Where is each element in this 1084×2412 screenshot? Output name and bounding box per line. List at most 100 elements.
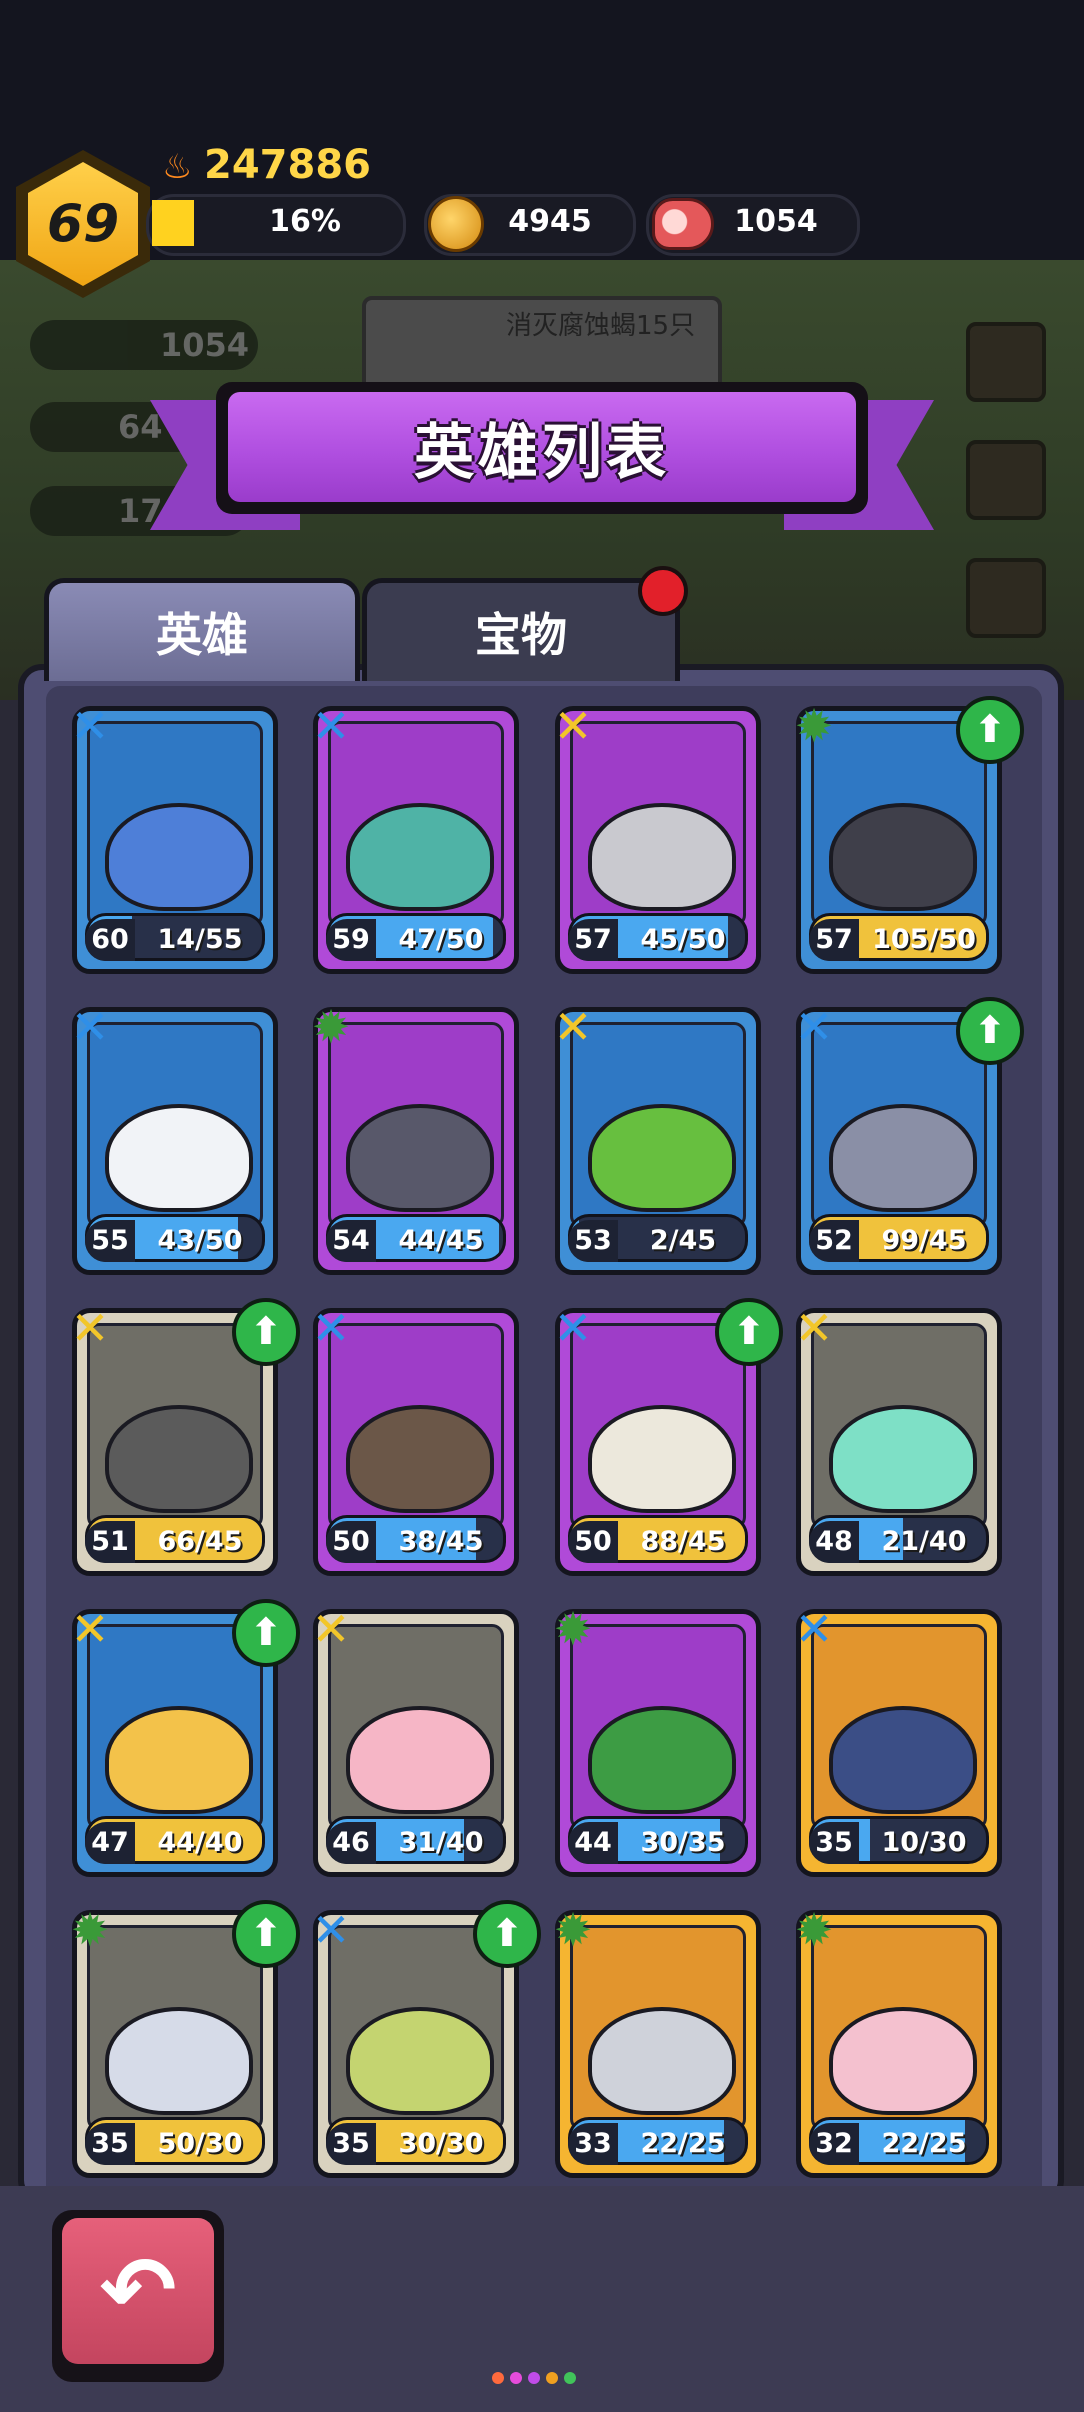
hero-shard-count: 66/45 [157,1526,243,1557]
rarity-blue-icon: ✕ [311,699,351,753]
tab-treasures[interactable]: 宝物 [362,578,680,681]
hero-portrait [588,2007,736,2115]
hero-portrait [588,1104,736,1212]
hero-shard-count: 22/25 [640,2128,726,2159]
combat-power: 247886 [204,142,371,188]
page-dot [546,2372,558,2384]
scene-meat-resource: 1054 [30,320,258,370]
tab-heroes-label: 英雄 [156,608,248,662]
hero-shard-count: 22/25 [881,2128,967,2159]
rarity-blue-icon: ✕ [794,1602,834,1656]
hero-level: 57 [568,919,618,961]
hero-portrait [829,803,977,911]
hero-level: 52 [809,1220,859,1262]
upgrade-arrow-icon[interactable]: ⬆ [232,1900,300,1968]
upgrade-arrow-icon[interactable]: ⬆ [956,997,1024,1065]
hero-level: 53 [568,1220,618,1262]
hero-level: 48 [809,1521,859,1563]
back-arrow-icon: ↶ [99,2237,177,2344]
upgrade-arrow-icon[interactable]: ⬆ [715,1298,783,1366]
hero-level: 54 [326,1220,376,1262]
flame-icon: ♨ [162,147,193,187]
hero-level: 50 [326,1521,376,1563]
hero-shard-count: 14/55 [157,924,243,955]
rarity-blue-icon: ✕ [70,1000,110,1054]
hero-shard-count: 30/35 [640,1827,726,1858]
hero-portrait [829,1405,977,1513]
hero-shard-count: 43/50 [157,1225,243,1256]
upgrade-arrow-icon[interactable]: ⬆ [232,1599,300,1667]
rarity-blue-icon: ✕ [70,699,110,753]
rarity-gold-icon: ✕ [794,1301,834,1355]
hero-shard-count: 88/45 [640,1526,726,1557]
hero-portrait [829,1706,977,1814]
hero-portrait [346,2007,494,2115]
popup-title: 英雄列表 [414,417,670,488]
upgrade-arrow-icon[interactable]: ⬆ [232,1298,300,1366]
page-indicator [492,2372,576,2384]
hero-shard-count: 50/30 [157,2128,243,2159]
hero-level: 47 [85,1822,135,1864]
hero-portrait [829,2007,977,2115]
back-button[interactable]: ↶ [62,2218,214,2364]
scene-wood-count: 64 [118,408,163,446]
hero-shard-count: 10/30 [881,1827,967,1858]
hero-level: 51 [85,1521,135,1563]
hero-shard-count: 44/45 [398,1225,484,1256]
hero-portrait [105,2007,253,2115]
title-ribbon: 英雄列表 [228,392,856,502]
hero-shard-count: 38/45 [398,1526,484,1557]
hero-level: 33 [568,2123,618,2165]
hero-portrait [105,803,253,911]
hero-portrait [588,1405,736,1513]
hero-portrait [346,1706,494,1814]
player-level: 69 [46,194,120,254]
notification-dot [638,566,688,616]
meat-amount: 1054 [734,204,818,239]
hero-level: 57 [809,919,859,961]
hero-portrait [346,803,494,911]
scene-map-icon [966,440,1046,520]
rarity-blue-icon: ✕ [553,1301,593,1355]
rarity-green-icon: ✹ [70,1903,110,1957]
rarity-green-icon: ✹ [311,1000,351,1054]
hero-shard-count: 30/30 [398,2128,484,2159]
hero-portrait [105,1706,253,1814]
hero-portrait [588,803,736,911]
rarity-blue-icon: ✕ [311,1903,351,1957]
hero-level: 46 [326,1822,376,1864]
rarity-blue-icon: ✕ [794,1000,834,1054]
hero-level: 32 [809,2123,859,2165]
scene-meat-count: 1054 [160,326,250,364]
rarity-gold-icon: ✕ [553,1000,593,1054]
rarity-gold-icon: ✕ [553,699,593,753]
hero-portrait [346,1405,494,1513]
hero-portrait [588,1706,736,1814]
hero-level: 55 [85,1220,135,1262]
hero-portrait [105,1405,253,1513]
scene-layers-icon [966,322,1046,402]
hero-portrait [105,1104,253,1212]
rarity-green-icon: ✹ [553,1602,593,1656]
hero-shard-count: 47/50 [398,924,484,955]
hero-level: 60 [85,919,135,961]
hero-shard-count: 44/40 [157,1827,243,1858]
page-dot [492,2372,504,2384]
rarity-gold-icon: ✕ [311,1602,351,1656]
exp-bar-fill [152,200,194,246]
tab-heroes[interactable]: 英雄 [44,578,360,681]
hero-portrait [346,1104,494,1212]
gold-amount: 4945 [508,204,592,239]
hero-level: 59 [326,919,376,961]
tab-treasures-label: 宝物 [475,608,567,662]
meat-icon [652,198,714,250]
hero-shard-count: 45/50 [640,924,726,955]
upgrade-arrow-icon[interactable]: ⬆ [956,696,1024,764]
upgrade-arrow-icon[interactable]: ⬆ [473,1900,541,1968]
hero-shard-count: 2/45 [649,1225,717,1256]
gold-coin-icon [428,196,484,252]
rarity-gold-icon: ✕ [70,1602,110,1656]
hero-shard-count: 105/50 [872,924,976,955]
hero-shard-count: 99/45 [881,1225,967,1256]
page-dot [564,2372,576,2384]
